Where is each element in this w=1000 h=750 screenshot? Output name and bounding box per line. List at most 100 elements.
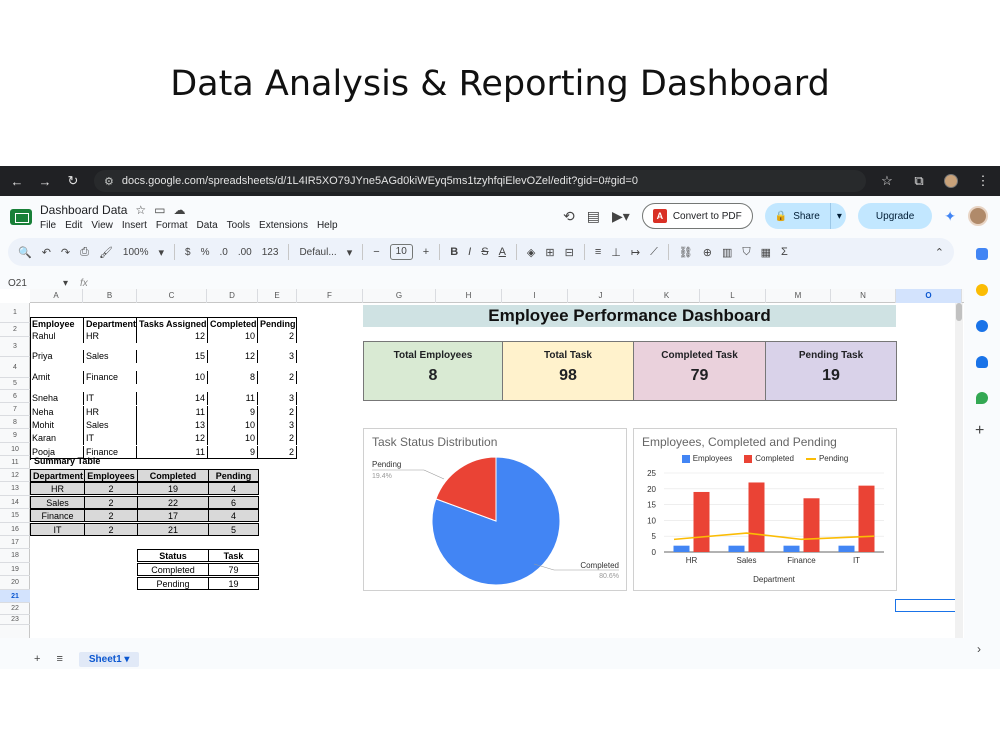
share-button[interactable]: 🔒 Share ▾ (764, 203, 846, 229)
collapse-toolbar-icon[interactable]: ⌃ (935, 246, 944, 259)
column-header[interactable]: K (634, 289, 700, 303)
font-size-input[interactable]: 10 (389, 244, 413, 260)
move-folder-icon[interactable]: ▭ (154, 203, 165, 217)
meet-icon[interactable]: ▶▾ (612, 208, 630, 225)
menu-data[interactable]: Data (197, 220, 218, 231)
column-header[interactable]: B (83, 289, 137, 303)
row-header[interactable]: 18 (0, 549, 30, 563)
bar-completed[interactable] (693, 491, 710, 552)
keep-icon[interactable] (976, 284, 988, 296)
menu-extensions[interactable]: Extensions (259, 220, 308, 231)
row-header[interactable]: 20 (0, 576, 30, 590)
sheet-tab-sheet1[interactable]: Sheet1 ▾ (78, 651, 140, 667)
site-info-icon[interactable]: ⚙ (104, 175, 114, 188)
undo-icon[interactable]: ↶ (42, 246, 51, 259)
forward-icon[interactable]: → (38, 174, 52, 189)
column-header[interactable]: M (766, 289, 831, 303)
row-header[interactable]: 8 (0, 416, 30, 429)
row-header[interactable]: 23 (0, 615, 30, 625)
vertical-align-icon[interactable]: ⊥ (611, 246, 621, 259)
calendar-icon[interactable] (976, 248, 988, 260)
zoom-select[interactable]: 100% (123, 247, 149, 258)
row-header[interactable]: 17 (0, 536, 30, 549)
bar-completed[interactable] (803, 498, 820, 552)
percent-format-button[interactable]: % (201, 247, 210, 258)
contacts-icon[interactable] (976, 356, 988, 368)
insert-comment-icon[interactable]: ⊕ (703, 246, 712, 259)
reload-icon[interactable]: ↻ (66, 173, 80, 189)
upgrade-button[interactable]: Upgrade (857, 203, 933, 229)
comments-icon[interactable]: ▤ (587, 208, 600, 225)
cloud-status-icon[interactable]: ☁ (174, 203, 186, 217)
row-header[interactable]: 7 (0, 403, 30, 416)
column-header[interactable]: N (831, 289, 896, 303)
italic-icon[interactable]: I (468, 246, 471, 258)
bar-completed[interactable] (858, 485, 875, 552)
currency-format-button[interactable]: $ (185, 247, 191, 258)
row-header[interactable]: 5 (0, 378, 30, 390)
gemini-icon[interactable]: ✦ (944, 208, 956, 225)
borders-icon[interactable]: ⊞ (545, 246, 554, 259)
bar-chart[interactable]: Employees, Completed and Pending Employe… (633, 428, 897, 591)
bar-employees[interactable] (728, 545, 745, 552)
row-header[interactable]: 19 (0, 563, 30, 576)
address-bar[interactable]: ⚙ docs.google.com/spreadsheets/d/1L4IR5X… (94, 170, 866, 192)
menu-insert[interactable]: Insert (122, 220, 147, 231)
chevron-down-icon[interactable]: ▾ (347, 246, 353, 259)
menu-help[interactable]: Help (317, 220, 338, 231)
history-icon[interactable]: ⟲ (563, 208, 575, 225)
decrease-font-size-icon[interactable]: − (373, 246, 379, 258)
chevron-down-icon[interactable]: ▾ (159, 246, 165, 259)
row-header[interactable]: 11 (0, 456, 30, 469)
column-header[interactable]: C (137, 289, 207, 303)
menu-view[interactable]: View (91, 220, 113, 231)
row-header[interactable]: 9 (0, 429, 30, 443)
star-icon[interactable]: ☆ (135, 203, 146, 217)
menu-file[interactable]: File (40, 220, 56, 231)
row-header[interactable]: 4 (0, 357, 30, 378)
fill-color-icon[interactable]: ◈ (527, 246, 535, 259)
column-header[interactable]: G (363, 289, 436, 303)
column-header[interactable]: D (207, 289, 258, 303)
add-addon-icon[interactable]: + (975, 422, 984, 440)
column-header[interactable]: I (502, 289, 568, 303)
column-header[interactable]: A (30, 289, 83, 303)
paint-format-icon[interactable]: 🖌 (99, 246, 113, 259)
column-header[interactable]: O (896, 289, 962, 303)
pie-chart[interactable]: Task Status Distribution Pending 19.4% Com… (363, 428, 627, 591)
column-header[interactable]: J (568, 289, 634, 303)
row-header[interactable]: 22 (0, 603, 30, 615)
filter-views-icon[interactable]: ▦ (761, 246, 771, 259)
extensions-icon[interactable]: ⧉ (912, 173, 926, 189)
row-header[interactable]: 12 (0, 469, 30, 482)
merge-cells-icon[interactable]: ⊟ (565, 246, 574, 259)
bold-icon[interactable]: B (450, 246, 458, 258)
row-header[interactable]: 1 (0, 303, 30, 323)
tasks-icon[interactable] (976, 320, 988, 332)
row-header[interactable]: 6 (0, 390, 30, 403)
print-icon[interactable]: ⎙ (80, 246, 89, 259)
menu-format[interactable]: Format (156, 220, 188, 231)
font-select[interactable]: Defaul... (299, 247, 336, 258)
bar-employees[interactable] (783, 545, 800, 552)
expand-panel-icon[interactable]: › (977, 642, 981, 656)
profile-avatar[interactable] (944, 174, 958, 188)
row-header[interactable]: 10 (0, 443, 30, 456)
column-header[interactable]: E (258, 289, 297, 303)
text-color-icon[interactable]: A (499, 246, 506, 258)
more-formats-button[interactable]: 123 (262, 247, 279, 258)
text-rotation-icon[interactable]: ⟋ (650, 246, 658, 259)
selected-cell[interactable] (895, 599, 959, 612)
share-dropdown-icon[interactable]: ▾ (837, 211, 842, 222)
row-header[interactable]: 21 (0, 590, 30, 603)
insert-chart-icon[interactable]: ▥ (722, 246, 732, 259)
decrease-decimal-button[interactable]: .0 (220, 247, 228, 258)
all-sheets-icon[interactable]: ≡ (56, 653, 62, 665)
row-header[interactable]: 3 (0, 337, 30, 357)
sheets-logo-icon[interactable] (10, 209, 32, 225)
bar-completed[interactable] (748, 482, 765, 552)
back-icon[interactable]: ← (10, 174, 24, 189)
column-header[interactable]: L (700, 289, 766, 303)
search-menus-icon[interactable]: 🔍 (18, 246, 32, 259)
row-header[interactable]: 2 (0, 323, 30, 337)
